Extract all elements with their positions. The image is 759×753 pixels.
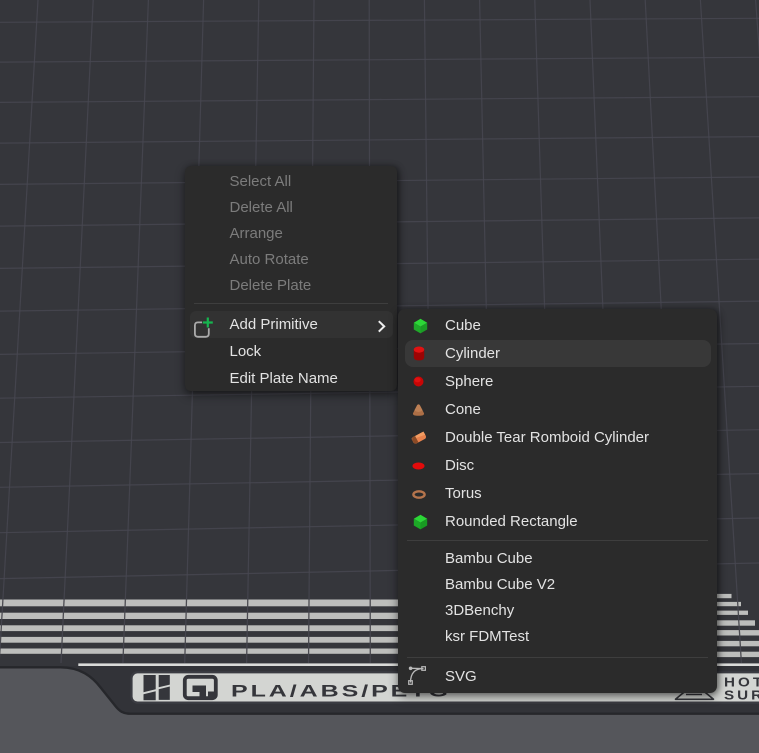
svg-text:SURF: SURF bbox=[724, 688, 759, 703]
